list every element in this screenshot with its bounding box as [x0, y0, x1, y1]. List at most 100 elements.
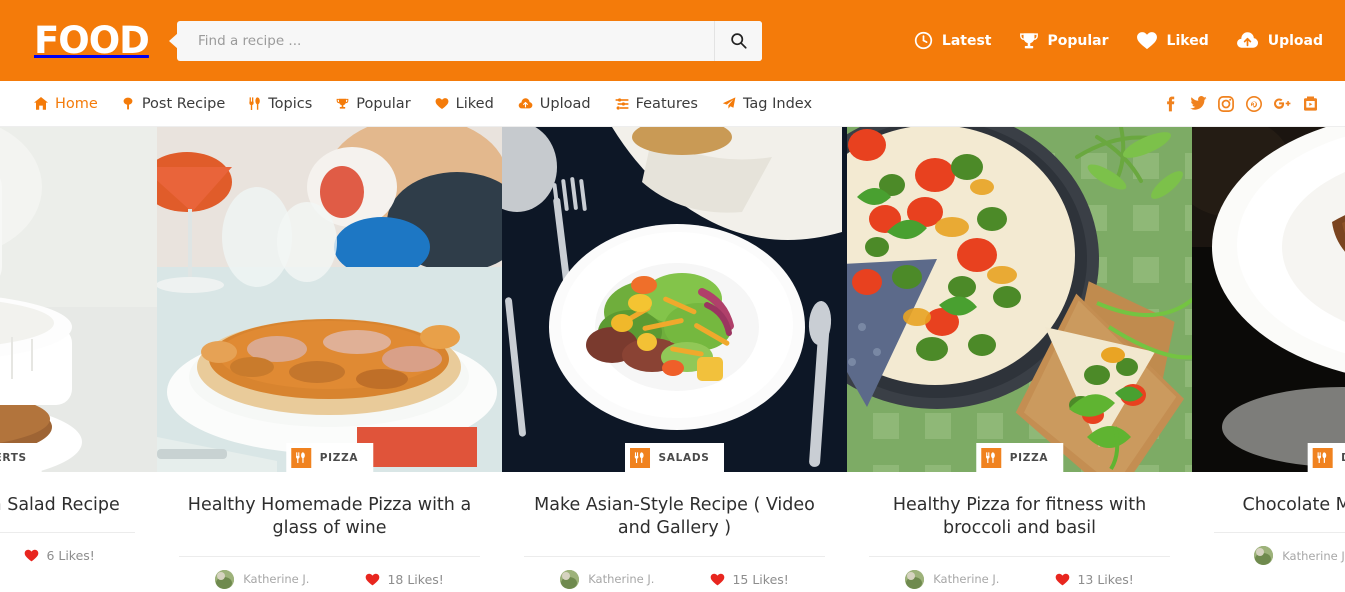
avatar	[215, 569, 235, 589]
heart-icon	[365, 573, 380, 586]
category-label: PIZZA	[319, 451, 359, 464]
nav-item-upload[interactable]: Upload	[518, 96, 591, 112]
broccoli-pizza-photo[interactable]	[847, 127, 1192, 472]
recipe-card[interactable]: DESSERTS Chocolate Mint Cake Recipe Kath…	[1192, 127, 1345, 592]
social-links	[1161, 95, 1319, 113]
nav-item-upload-label: Upload	[539, 95, 591, 112]
recipe-author[interactable]: Katherine J.	[215, 569, 309, 589]
like-counter[interactable]: 18 Likes!	[365, 571, 444, 587]
recipe-meta: Katherine J. 18 Likes!	[179, 555, 480, 589]
header-nav-liked[interactable]: Liked	[1136, 31, 1209, 50]
instagram-icon[interactable]	[1217, 95, 1235, 113]
cutlery-icon	[1312, 447, 1333, 468]
search-icon	[731, 33, 747, 49]
nav-item-features[interactable]: Features	[615, 96, 698, 112]
recipe-card[interactable]: SALADS Make Asian-Style Recipe ( Video a…	[502, 127, 847, 592]
like-counter[interactable]: 13 Likes!	[1055, 572, 1134, 587]
site-logo[interactable]: FOOD	[34, 20, 150, 62]
twitter-icon[interactable]	[1189, 95, 1207, 113]
heart-icon	[710, 573, 725, 586]
fruit-parfait-photo[interactable]	[0, 127, 157, 472]
header-nav-liked-label: Liked	[1166, 32, 1209, 49]
recipe-meta: Katherine J. 9 Likes!	[1214, 532, 1345, 566]
recipe-card-row: DESSERTS Fruit and Spinach Salad Recipe …	[0, 127, 1345, 592]
nav-item-tag-index-label: Tag Index	[742, 95, 813, 112]
recipe-card-body: SALADS Make Asian-Style Recipe ( Video a…	[502, 443, 847, 592]
recipe-title[interactable]: Fruit and Spinach Salad Recipe	[0, 472, 135, 517]
pinterest-icon[interactable]	[1245, 95, 1263, 113]
cutlery-icon	[249, 97, 261, 110]
category-badge[interactable]: DESSERTS	[0, 443, 42, 472]
header-nav-upload[interactable]: Upload	[1236, 31, 1323, 50]
facebook-icon[interactable]	[1161, 95, 1179, 113]
recipe-author[interactable]: Katherine J.	[905, 569, 999, 589]
heart-icon	[1055, 573, 1070, 586]
nav-item-liked[interactable]: Liked	[435, 96, 494, 112]
trophy-icon	[336, 97, 349, 110]
nav-item-popular-label: Popular	[356, 95, 411, 112]
recipe-card-body: DESSERTS Chocolate Mint Cake Recipe Kath…	[1192, 443, 1345, 592]
recipe-title[interactable]: Healthy Pizza for fitness with broccoli …	[869, 472, 1170, 541]
chocolate-dessert-photo[interactable]	[1192, 127, 1345, 472]
header-nav-latest[interactable]: Latest	[914, 31, 992, 50]
recipe-author[interactable]: Katherine J.	[1254, 546, 1345, 566]
recipe-title[interactable]: Chocolate Mint Cake Recipe	[1214, 472, 1345, 517]
sliders-icon	[615, 97, 629, 110]
ham-pizza-photo[interactable]	[157, 127, 502, 472]
recipe-card[interactable]: PIZZA Healthy Homemade Pizza with a glas…	[157, 127, 502, 592]
like-counter[interactable]: 15 Likes!	[710, 571, 789, 587]
recipe-card[interactable]: PIZZA Healthy Pizza for fitness with bro…	[847, 127, 1192, 592]
category-badge[interactable]: DESSERTS	[1307, 443, 1345, 472]
clock-icon	[914, 31, 933, 50]
recipe-title[interactable]: Make Asian-Style Recipe ( Video and Gall…	[524, 472, 825, 541]
nav-item-home[interactable]: Home	[34, 96, 98, 112]
category-badge[interactable]: PIZZA	[975, 443, 1064, 472]
recipe-card-body: PIZZA Healthy Pizza for fitness with bro…	[847, 443, 1192, 592]
search-input[interactable]	[177, 20, 714, 61]
cutlery-icon	[290, 447, 311, 468]
recipe-title[interactable]: Healthy Homemade Pizza with a glass of w…	[179, 472, 480, 541]
author-name: Katherine J.	[1282, 548, 1345, 563]
paper-plane-icon	[722, 97, 736, 110]
recipe-card-body: DESSERTS Fruit and Spinach Salad Recipe …	[0, 443, 157, 592]
nav-item-topics[interactable]: Topics	[249, 96, 312, 112]
recipe-meta: Katherine J. 15 Likes!	[524, 555, 825, 589]
recipe-card[interactable]: DESSERTS Fruit and Spinach Salad Recipe …	[0, 127, 157, 592]
category-label: SALADS	[658, 451, 710, 464]
nav-item-popular[interactable]: Popular	[336, 95, 411, 112]
like-count-label: 15 Likes!	[732, 571, 789, 587]
pen-food-icon	[122, 97, 135, 110]
header-nav-popular-label: Popular	[1047, 32, 1109, 49]
cloud-upload-icon	[1236, 31, 1259, 50]
search-bar	[169, 20, 762, 61]
cutlery-icon	[629, 447, 650, 468]
nav-item-liked-label: Liked	[455, 95, 494, 112]
nav-item-tag-index[interactable]: Tag Index	[722, 96, 812, 112]
like-counter[interactable]: 6 Likes!	[24, 548, 95, 563]
like-count-label: 18 Likes!	[387, 571, 444, 587]
green-salad-photo[interactable]	[502, 127, 847, 472]
category-badge[interactable]: PIZZA	[285, 443, 374, 472]
cutlery-icon	[980, 447, 1001, 468]
avatar	[1254, 546, 1274, 566]
site-header: FOOD Find a recipe ... Latest Popular Li…	[0, 0, 1345, 81]
nav-item-topics-label: Topics	[268, 95, 313, 112]
search-notch	[169, 32, 178, 49]
youtube-icon[interactable]	[1301, 95, 1319, 113]
trophy-icon	[1019, 31, 1039, 50]
recipe-card-body: PIZZA Healthy Homemade Pizza with a glas…	[157, 443, 502, 592]
recipe-meta: Katherine J. 6 Likes!	[0, 532, 135, 565]
search-button[interactable]	[714, 20, 762, 61]
googleplus-icon[interactable]	[1273, 95, 1291, 113]
category-badge[interactable]: SALADS	[624, 443, 725, 472]
heart-icon	[435, 97, 449, 110]
header-nav-popular[interactable]: Popular	[1019, 31, 1109, 50]
nav-item-features-label: Features	[635, 95, 698, 112]
recipe-author[interactable]: Katherine J.	[560, 569, 654, 589]
avatar	[560, 569, 580, 589]
nav-item-home-label: Home	[55, 95, 98, 112]
category-label: DESSERTS	[1341, 452, 1345, 464]
nav-item-post-recipe-label: Post Recipe	[141, 95, 226, 112]
nav-item-post-recipe[interactable]: Post Recipe	[122, 96, 225, 112]
heart-icon	[24, 549, 39, 562]
